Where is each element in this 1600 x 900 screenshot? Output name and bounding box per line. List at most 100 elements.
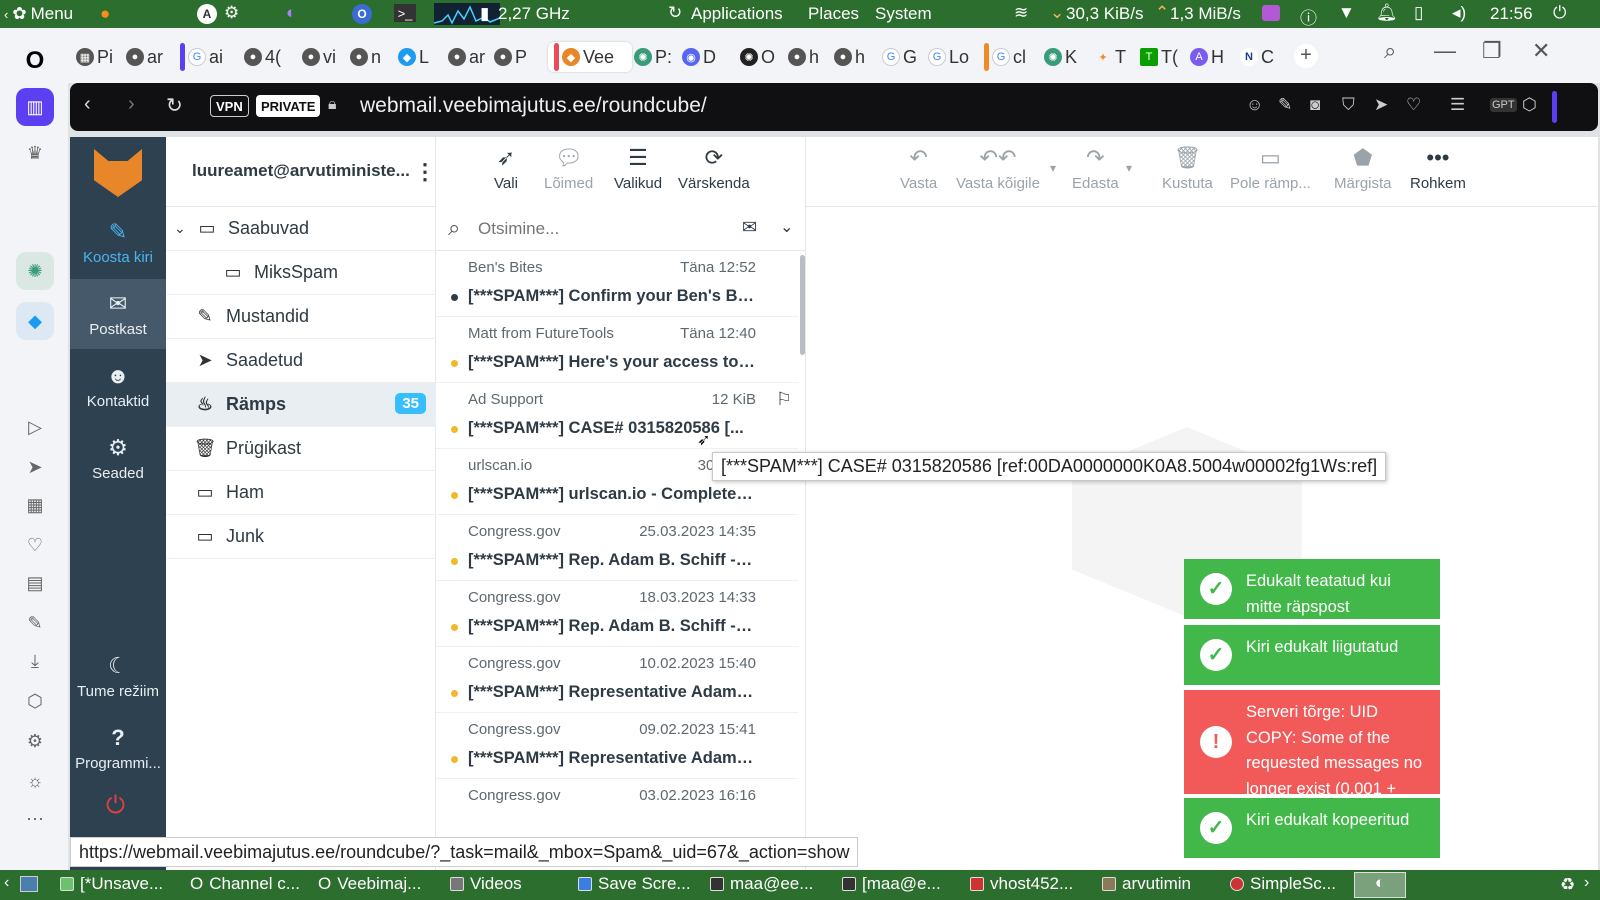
forward-button[interactable]: ↷ Edasta	[1072, 145, 1119, 192]
edit-icon[interactable]: ✎	[16, 604, 54, 642]
taskbar-item[interactable]: O Veebimaj...	[318, 874, 421, 894]
forward-dropdown-icon[interactable]: ▾	[1126, 161, 1132, 175]
reply-all-dropdown-icon[interactable]: ▾	[1050, 161, 1056, 175]
nav-mail[interactable]: ✉ Postkast	[70, 279, 166, 349]
tab[interactable]: G Lo	[928, 42, 978, 72]
app-a-icon[interactable]: A	[197, 4, 217, 24]
new-tab-button[interactable]: +	[1294, 44, 1318, 68]
folder-miksspam[interactable]: ▭ MiksSpam	[166, 251, 436, 295]
reply-all-button[interactable]: ↶↶ Vasta kõigile	[956, 145, 1040, 192]
search-icon[interactable]: ⌕	[448, 215, 460, 241]
notifications-icon[interactable]: 🔔︎	[1376, 3, 1398, 23]
nav-about[interactable]: ? Programmi...	[70, 721, 166, 783]
heart-icon[interactable]: ♡	[1406, 95, 1421, 115]
downloads-icon[interactable]: ⤓	[16, 642, 54, 680]
opera-taskbar-icon[interactable]: O	[352, 4, 372, 24]
more-button[interactable]: ••• Rohkem	[1410, 145, 1466, 192]
unread-status-dot[interactable]	[451, 558, 458, 565]
envelope-filter-icon[interactable]: ✉	[742, 217, 757, 238]
unread-status-dot[interactable]	[451, 492, 458, 499]
unread-status-dot[interactable]	[451, 360, 458, 367]
applications-menu[interactable]: Applications	[691, 4, 783, 24]
message-row[interactable]: Congress.gov 09.02.2023 15:41 [***SPAM**…	[436, 713, 798, 779]
unread-status-dot[interactable]	[451, 756, 458, 763]
dark-mode-toggle[interactable]: ☾ Tume režiim	[70, 649, 166, 711]
more-dots-icon[interactable]: ⋯	[16, 800, 54, 838]
toast-success[interactable]: ✓ Edukalt teatatud kui mitte räpspost	[1184, 559, 1440, 619]
battery-icon[interactable]: ▯	[1414, 3, 1423, 23]
unread-status-dot[interactable]	[451, 624, 458, 631]
toast-success[interactable]: ✓ Kiri edukalt liigutatud	[1184, 625, 1440, 685]
lightbulb-icon[interactable]: ☼	[16, 762, 54, 800]
forward-button[interactable]: ›	[128, 93, 135, 116]
chatgpt-icon[interactable]: ✺	[16, 252, 54, 290]
taskbar-item[interactable]: SimpleSc...	[1230, 874, 1336, 894]
flag-icon[interactable]: ⚐	[776, 389, 792, 410]
nav-contacts[interactable]: ☻ Kontaktid	[70, 359, 166, 421]
tab[interactable]: ● n	[350, 42, 396, 72]
logout-power-icon[interactable]: ⏻	[106, 792, 125, 820]
speed-dial-icon[interactable]: ▦	[16, 486, 54, 524]
message-row[interactable]: Congress.gov 18.03.2023 14:33 [***SPAM**…	[436, 581, 798, 647]
taskbar-item[interactable]: Save Scre...	[578, 874, 691, 894]
player-icon[interactable]: ▷	[16, 408, 54, 446]
tab[interactable]: ● ar	[448, 42, 494, 72]
gears-icon[interactable]: ⚙	[224, 3, 239, 23]
folder-spam[interactable]: ♨ Rämps 35	[166, 383, 436, 427]
message-row[interactable]: Congress.gov 03.02.2023 16:16	[436, 779, 798, 845]
read-status-dot[interactable]	[451, 294, 458, 301]
volume-icon[interactable]: ◂)	[1452, 3, 1466, 23]
shield-icon[interactable]: ⛉	[1342, 95, 1355, 115]
emoji-icon[interactable]: ☺	[1246, 95, 1263, 115]
power-icon[interactable]: ⏻	[1553, 3, 1566, 23]
settings-gear-icon[interactable]: ⚙	[16, 722, 54, 760]
roundcube-logo[interactable]	[94, 149, 142, 197]
tab[interactable]: Gcl	[984, 42, 1042, 72]
folder-trash[interactable]: 🗑︎ Prügikast	[166, 427, 436, 471]
taskbar-item[interactable]: arvutimin	[1102, 874, 1191, 894]
tab-active[interactable]: ◆ Vee	[548, 42, 632, 72]
tab[interactable]: ◆ L	[398, 42, 448, 72]
search-input[interactable]	[478, 217, 718, 241]
tor-icon[interactable]: ◐	[286, 3, 296, 23]
opera-task-thumb[interactable]: ◐	[1354, 872, 1406, 898]
tab[interactable]: ▦ Pi	[76, 42, 126, 72]
tab[interactable]: T T(	[1140, 42, 1186, 72]
message-row[interactable]: Congress.gov 10.02.2023 15:40 [***SPAM**…	[436, 647, 798, 713]
tab[interactable]: Gai	[180, 42, 240, 72]
twitter-icon[interactable]: ◆	[16, 302, 54, 340]
tab[interactable]: ✺ P:	[634, 42, 680, 72]
gpt-extension-icon[interactable]: GPT	[1490, 98, 1517, 112]
wifi-icon[interactable]: ≋	[1014, 3, 1028, 23]
vpn-badge[interactable]: VPN	[210, 95, 249, 117]
options-button[interactable]: ☰ Valikud	[614, 145, 662, 192]
taskbar-item[interactable]: [*Unsave...	[60, 874, 163, 894]
reply-button[interactable]: ↶ Vasta	[900, 145, 937, 192]
info-applet-icon[interactable]: ⓘ	[1300, 4, 1317, 29]
tab[interactable]: ● h	[788, 42, 834, 72]
extensions-cube-icon[interactable]: ⬡	[16, 682, 54, 720]
tab[interactable]: ✺ K	[1044, 42, 1088, 72]
tab-search-icon[interactable]: ⌕	[1384, 38, 1396, 64]
message-row[interactable]: Ben's Bites Täna 12:52 [***SPAM***] Conf…	[436, 251, 798, 317]
not-spam-button[interactable]: ▭ Pole rämp...	[1230, 145, 1311, 192]
tab[interactable]: ● ar	[126, 42, 176, 72]
threads-button[interactable]: 💬︎ Lõimed	[544, 145, 593, 192]
system-menu[interactable]: System	[875, 4, 932, 24]
folder-drafts[interactable]: ✎ Mustandid	[166, 295, 436, 339]
chevron-left-icon[interactable]: ‹	[4, 874, 9, 892]
firefox-icon[interactable]: ●	[100, 4, 110, 24]
message-row[interactable]: Matt from FutureTools Täna 12:40 [***SPA…	[436, 317, 798, 383]
tab[interactable]: ● P	[494, 42, 544, 72]
taskbar-item[interactable]: O Channel c...	[190, 874, 300, 894]
tab[interactable]: ✦ T	[1094, 42, 1134, 72]
share-edit-icon[interactable]: ✎	[1278, 95, 1292, 115]
folder-junk[interactable]: ▭ Junk	[166, 515, 436, 559]
message-row[interactable]: Ad Support 12 KiB ⚐ [***SPAM***] CASE# 0…	[436, 383, 798, 449]
lock-icon[interactable]: 🔒︎	[328, 96, 337, 114]
extensions-icon[interactable]: ⬡	[1522, 95, 1537, 115]
folder-sent[interactable]: ➤ Saadetud	[166, 339, 436, 383]
tab[interactable]: ● h	[834, 42, 880, 72]
unread-status-dot[interactable]	[451, 426, 458, 433]
news-icon[interactable]: ▤	[16, 564, 54, 602]
